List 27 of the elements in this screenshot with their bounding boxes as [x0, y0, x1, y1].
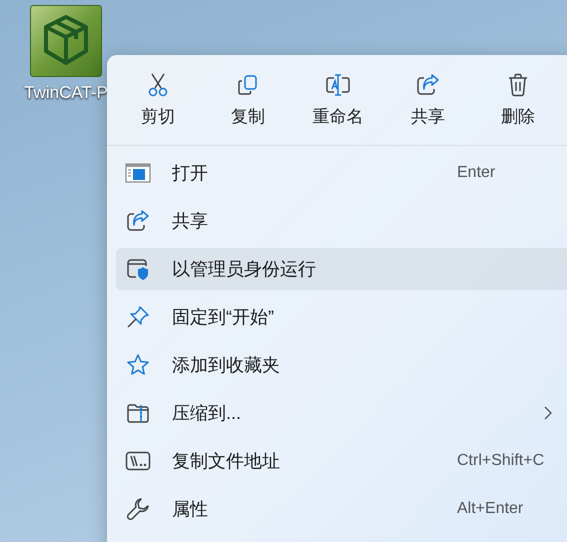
copy-icon	[237, 73, 259, 97]
share-icon	[416, 73, 440, 97]
star-icon	[126, 353, 150, 377]
menu-item[interactable]: 添加到收藏夹	[116, 344, 567, 386]
package-app-icon[interactable]	[30, 5, 102, 77]
menu-item[interactable]: 压缩到...	[116, 392, 567, 434]
zip-folder-icon	[126, 402, 150, 424]
menu-item[interactable]: 固定到“开始”	[116, 296, 567, 338]
menu-item[interactable]: 打开 Enter	[116, 152, 567, 194]
window-icon	[125, 163, 151, 183]
rename-button[interactable]: 重命名	[293, 63, 383, 145]
share-icon	[126, 210, 150, 232]
shield-window-icon	[126, 257, 150, 281]
trash-icon	[507, 73, 529, 97]
menu-item[interactable]: 共享	[116, 200, 567, 242]
share-button[interactable]: 共享	[383, 63, 473, 145]
menu-item[interactable]: 属性 Alt+Enter	[116, 488, 567, 530]
pin-icon	[126, 305, 150, 329]
rename-icon	[325, 73, 351, 97]
path-icon	[125, 451, 151, 471]
delete-button[interactable]: 删除	[473, 63, 563, 145]
scissors-icon	[147, 73, 169, 97]
wrench-icon	[126, 497, 150, 521]
menu-item[interactable]: 复制文件地址 Ctrl+Shift+C	[116, 440, 567, 482]
copy-button[interactable]: 复制	[203, 63, 293, 145]
cut-button[interactable]: 剪切	[113, 63, 203, 145]
menu-item[interactable]: 以管理员身份运行	[116, 248, 567, 290]
